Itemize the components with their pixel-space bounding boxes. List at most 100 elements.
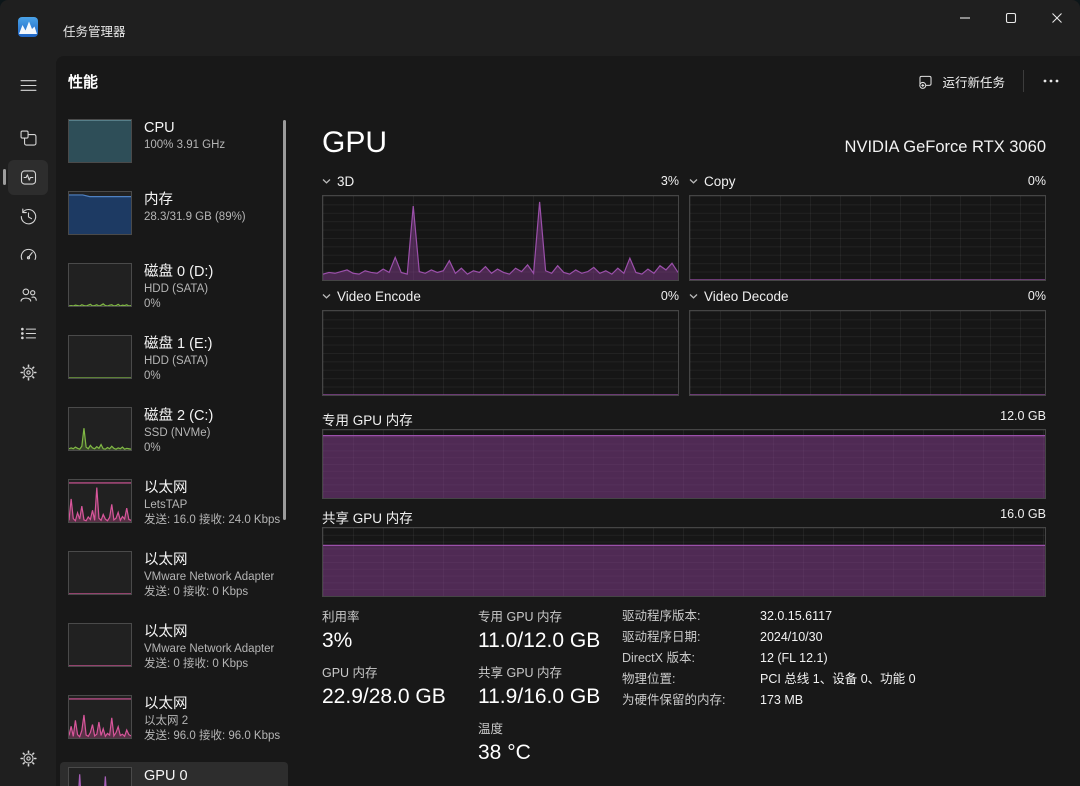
perf-item-text: GPU 0 — [144, 767, 188, 786]
perf-item-title: 内存 — [144, 192, 173, 208]
perf-item-detail: VMware Network Adapter — [144, 643, 275, 655]
perf-item-title: 磁盘 1 (E:) — [144, 336, 213, 352]
navigation-rail — [0, 56, 56, 786]
perf-list-item[interactable]: CPU 100% 3.91 GHz — [60, 114, 288, 176]
perf-list-item[interactable]: 以太网 VMware Network Adapter 发送: 0 接收: 0 Kbp… — [60, 618, 288, 680]
users-icon — [20, 288, 37, 302]
dedicated-gpu-memory-chart — [322, 429, 1046, 499]
shared-gpu-memory-chart — [322, 527, 1046, 597]
nav-details[interactable] — [8, 316, 48, 351]
minimize-button[interactable] — [942, 0, 988, 36]
perf-item-detail: SSD (NVMe) — [144, 427, 211, 439]
close-button[interactable] — [1034, 0, 1080, 36]
driver-info-label: 驱动程序版本: — [622, 609, 701, 623]
gpu-stats: 利用率 3% GPU 内存 22.9/28.0 GB 专用 GPU 内存 11.… — [322, 609, 1046, 777]
driver-info-label: 为硬件保留的内存: — [622, 693, 726, 707]
settings-icon — [19, 750, 37, 767]
perf-list-item[interactable]: 以太网 LetsTAP 发送: 16.0 接收: 24.0 Kbps — [60, 474, 288, 536]
perf-item-detail: HDD (SATA) — [144, 355, 209, 367]
ellipsis-icon — [1043, 79, 1059, 83]
perf-list-item[interactable]: 以太网 VMware Network Adapter 发送: 0 接收: 0 Kbp… — [60, 546, 288, 608]
perf-item-title: 以太网 — [144, 552, 188, 568]
titlebar: 任务管理器 — [0, 0, 1080, 56]
perf-thumbnail-chart — [68, 551, 132, 595]
perf-item-detail: 发送: 0 接收: 0 Kbps — [144, 586, 249, 598]
maximize-button[interactable] — [988, 0, 1034, 36]
driver-info-row: 驱动程序版本: 32.0.15.6117 — [622, 609, 1046, 624]
chart-title-copy: Copy — [704, 173, 736, 189]
new-task-icon — [919, 75, 933, 89]
window-title: 任务管理器 — [63, 25, 126, 39]
chart-value-3d: 3% — [660, 174, 679, 188]
perf-thumbnail-chart — [68, 695, 132, 739]
chevron-down-icon[interactable] — [689, 293, 698, 299]
driver-info-list: 驱动程序版本: 32.0.15.6117 驱动程序日期: 2024/10/30 Dire… — [622, 609, 1046, 777]
startup-apps-icon — [20, 248, 36, 260]
perf-item-text: 以太网 VMware Network Adapter 发送: 0 接收: 0 Kbp… — [144, 551, 274, 603]
perf-item-detail: HDD (SATA) — [144, 283, 209, 295]
gpu-device-name: NVIDIA GeForce RTX 3060 — [844, 138, 1046, 156]
perf-list-item[interactable]: GPU 0 — [60, 762, 288, 786]
nav-users[interactable] — [8, 277, 48, 312]
chevron-down-icon[interactable] — [322, 178, 331, 184]
perf-item-detail: LetsTAP — [144, 499, 188, 511]
perf-item-title: GPU 0 — [144, 768, 188, 784]
driver-info-value: 12 (FL 12.1) — [760, 651, 828, 665]
gpu-video-encode-chart — [322, 310, 679, 396]
nav-performance[interactable] — [3, 160, 48, 195]
dedicated-memory-max: 12.0 GB — [1000, 409, 1046, 423]
gpu-copy-chart — [689, 195, 1046, 281]
perf-item-text: 磁盘 1 (E:) HDD (SATA) 0% — [144, 335, 212, 387]
nav-settings[interactable] — [8, 741, 48, 776]
perf-list-item[interactable]: 以太网 以太网 2 发送: 96.0 接收: 96.0 Kbps — [60, 690, 288, 752]
chart-title-video-encode: Video Encode — [337, 288, 421, 304]
chart-value-video-decode: 0% — [1027, 289, 1046, 303]
nav-services[interactable] — [8, 355, 48, 390]
perf-thumbnail-chart — [68, 623, 132, 667]
perf-item-text: 内存 28.3/31.9 GB (89%) — [144, 191, 246, 243]
more-options-button[interactable] — [1032, 66, 1070, 96]
perf-item-title: 以太网 — [144, 696, 188, 712]
dedicated-memory-label: 专用 GPU 内存 — [322, 413, 413, 428]
perf-item-text: CPU 100% 3.91 GHz — [144, 119, 225, 171]
chart-title-3d: 3D — [337, 173, 355, 189]
content-header: 性能 运行新任务 — [56, 56, 1080, 106]
temperature-label: 温度 — [478, 722, 504, 736]
perf-item-detail: 0% — [144, 298, 161, 310]
shared-memory-max: 16.0 GB — [1000, 507, 1046, 521]
perf-item-title: CPU — [144, 120, 175, 136]
perf-item-detail: 0% — [144, 442, 161, 454]
perf-thumbnail-chart — [68, 479, 132, 523]
perf-thumbnail-chart — [68, 407, 132, 451]
performance-list: CPU 100% 3.91 GHz 内存 28.3/31.9 GB (89%) 磁盘 0… — [60, 114, 288, 786]
nav-processes[interactable] — [8, 121, 48, 156]
perf-list-item[interactable]: 磁盘 1 (E:) HDD (SATA) 0% — [60, 330, 288, 392]
page-title: 性能 — [68, 73, 99, 91]
perf-thumbnail-chart — [68, 263, 132, 307]
dedicated-memory-stat-label: 专用 GPU 内存 — [478, 610, 563, 624]
gpu-memory-value: 22.9/28.0 GB — [322, 685, 446, 708]
chart-value-video-encode: 0% — [660, 289, 679, 303]
perf-item-detail: 发送: 96.0 接收: 96.0 Kbps — [144, 730, 280, 742]
run-new-task-button[interactable]: 运行新任务 — [907, 65, 1015, 98]
chevron-down-icon[interactable] — [689, 178, 698, 184]
list-scrollbar-thumb[interactable] — [283, 120, 286, 520]
driver-info-value: 173 MB — [760, 693, 804, 707]
perf-item-detail: 发送: 16.0 接收: 24.0 Kbps — [144, 514, 280, 526]
task-manager-window: 任务管理器 性能 运行新任务 CPU 100% 3.91 GHz 内存 28.3… — [0, 0, 1080, 786]
shared-memory-stat-value: 11.9/16.0 GB — [478, 685, 601, 708]
header-separator — [1023, 70, 1024, 92]
nav-startup-apps[interactable] — [8, 238, 48, 273]
perf-list-item[interactable]: 磁盘 2 (C:) SSD (NVMe) 0% — [60, 402, 288, 464]
chevron-down-icon[interactable] — [322, 293, 331, 299]
perf-list-item[interactable]: 内存 28.3/31.9 GB (89%) — [60, 186, 288, 248]
perf-thumbnail-chart — [68, 335, 132, 379]
app-history-icon — [20, 208, 36, 225]
menu-button[interactable] — [8, 68, 48, 103]
nav-app-history[interactable] — [8, 199, 48, 234]
perf-list-item[interactable]: 磁盘 0 (D:) HDD (SATA) 0% — [60, 258, 288, 320]
driver-info-value: PCI 总线 1、设备 0、功能 0 — [760, 672, 916, 686]
driver-info-row: 物理位置: PCI 总线 1、设备 0、功能 0 — [622, 672, 1046, 687]
chart-value-copy: 0% — [1027, 174, 1046, 188]
gpu-memory-label: GPU 内存 — [322, 666, 378, 680]
